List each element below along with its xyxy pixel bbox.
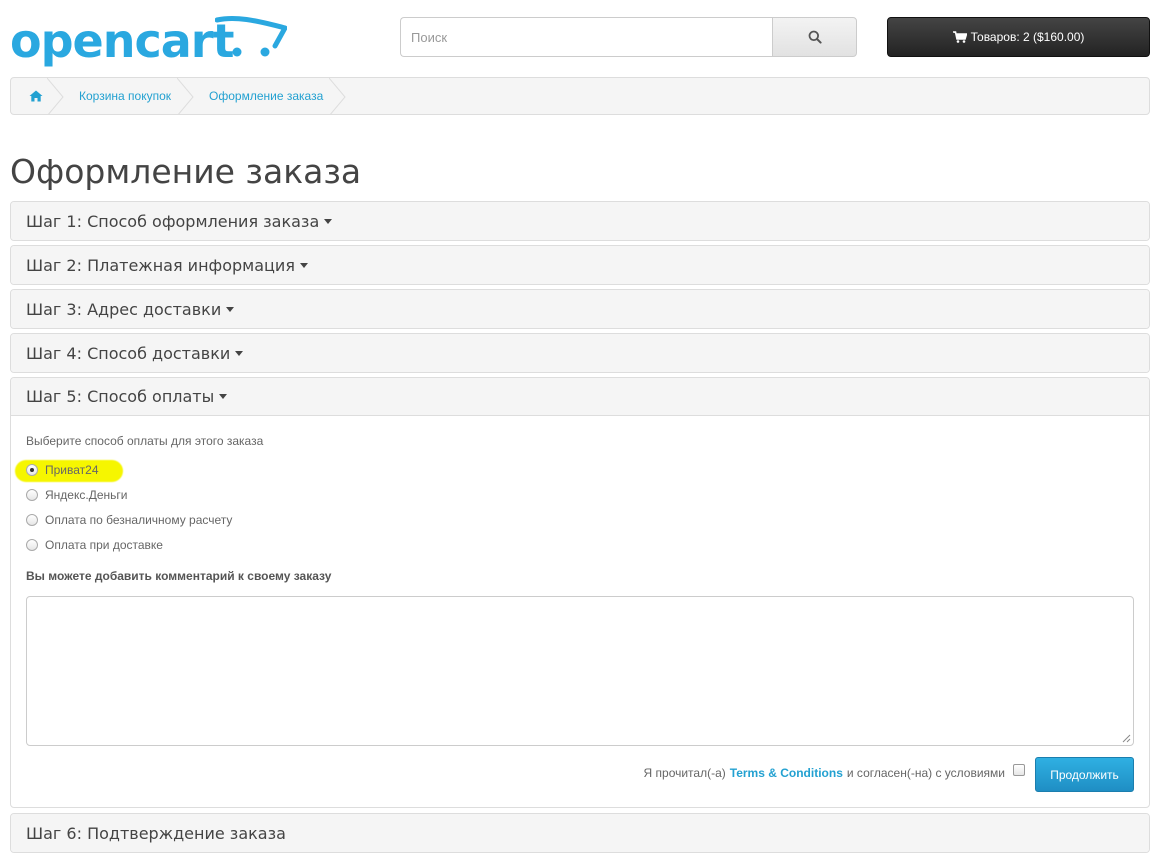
page-title: Оформление заказа <box>10 152 362 191</box>
payment-option-yandex[interactable]: Яндекс.Деньги <box>26 488 127 502</box>
shopping-cart-icon <box>952 31 967 43</box>
step-5-heading[interactable]: Шаг 5: Способ оплаты <box>11 378 1149 416</box>
radio-yandex[interactable] <box>26 489 38 501</box>
breadcrumb-link-cart[interactable]: Корзина покупок <box>79 89 171 103</box>
logo-cart-icon <box>215 15 287 57</box>
search-icon <box>808 30 822 44</box>
radio-bank-transfer[interactable] <box>26 514 38 526</box>
breadcrumb-item-checkout[interactable]: Оформление заказа <box>195 78 347 114</box>
breadcrumb-separator-icon <box>329 78 346 114</box>
step-1-panel: Шаг 1: Способ оформления заказа <box>10 201 1150 241</box>
logo-text: opencart <box>10 14 234 68</box>
step-5-panel: Шаг 5: Способ оплаты Выберите способ опл… <box>10 377 1150 808</box>
caret-down-icon <box>299 262 308 268</box>
radio-cod[interactable] <box>26 539 38 551</box>
payment-option-label: Оплата при доставке <box>45 538 163 552</box>
step-4-label: Шаг 4: Способ доставки <box>26 343 231 363</box>
search-bar <box>400 17 857 57</box>
step-6-panel: Шаг 6: Подтверждение заказа <box>10 813 1150 853</box>
step-3-panel: Шаг 3: Адрес доставки <box>10 289 1150 329</box>
step-3-label: Шаг 3: Адрес доставки <box>26 299 222 319</box>
caret-down-icon <box>324 218 333 224</box>
terms-agreement: Я прочитал(-а) Terms & Conditions и согл… <box>643 764 1025 780</box>
cart-label: Товаров: 2 ($160.00) <box>970 30 1085 44</box>
step-6-label: Шаг 6: Подтверждение заказа <box>26 823 286 843</box>
breadcrumb-separator-icon <box>47 78 64 114</box>
breadcrumb-separator-icon <box>177 78 194 114</box>
caret-down-icon <box>235 350 244 356</box>
step-3-heading[interactable]: Шаг 3: Адрес доставки <box>11 290 1149 328</box>
breadcrumb-home[interactable] <box>11 78 65 114</box>
payment-description: Выберите способ оплаты для этого заказа <box>26 434 264 448</box>
search-button[interactable] <box>772 17 857 57</box>
breadcrumb-item-cart[interactable]: Корзина покупок <box>65 78 195 114</box>
step-4-heading[interactable]: Шаг 4: Способ доставки <box>11 334 1149 372</box>
agree-prefix: Я прочитал(-а) <box>643 766 726 780</box>
search-input[interactable] <box>400 17 772 57</box>
cart-button[interactable]: Товаров: 2 ($160.00) <box>887 17 1150 57</box>
caret-down-icon <box>219 394 228 399</box>
step-1-heading[interactable]: Шаг 1: Способ оформления заказа <box>11 202 1149 240</box>
step-6-heading[interactable]: Шаг 6: Подтверждение заказа <box>11 814 1149 852</box>
step-2-panel: Шаг 2: Платежная информация <box>10 245 1150 285</box>
payment-option-privat24[interactable]: Приват24 <box>26 463 99 477</box>
payment-option-label: Яндекс.Деньги <box>45 488 128 502</box>
step-1-label: Шаг 1: Способ оформления заказа <box>26 211 320 231</box>
agree-checkbox[interactable] <box>1013 764 1025 776</box>
terms-link[interactable]: Terms & Conditions <box>730 766 843 780</box>
payment-option-label: Приват24 <box>45 463 99 477</box>
step-4-panel: Шаг 4: Способ доставки <box>10 333 1150 373</box>
radio-privat24[interactable] <box>26 464 38 476</box>
opencart-logo[interactable]: opencart <box>10 14 287 70</box>
comment-label: Вы можете добавить комментарий к своему … <box>26 569 332 583</box>
breadcrumb-link-checkout[interactable]: Оформление заказа <box>209 89 323 103</box>
resize-grip-icon[interactable] <box>1122 734 1131 743</box>
payment-option-bank-transfer[interactable]: Оплата по безналичному расчету <box>26 513 232 527</box>
agree-suffix: и согласен(-на) с условиями <box>846 766 1005 780</box>
step-5-label: Шаг 5: Способ оплаты <box>26 387 215 406</box>
breadcrumb: Корзина покупок Оформление заказа <box>10 77 1150 115</box>
step-2-label: Шаг 2: Платежная информация <box>26 255 295 275</box>
comment-textarea[interactable] <box>26 596 1134 746</box>
caret-down-icon <box>226 306 235 312</box>
home-icon <box>29 90 43 102</box>
payment-option-label: Оплата по безналичному расчету <box>45 513 233 527</box>
continue-button[interactable]: Продолжить <box>1035 757 1134 792</box>
step-2-heading[interactable]: Шаг 2: Платежная информация <box>11 246 1149 284</box>
payment-option-cod[interactable]: Оплата при доставке <box>26 538 163 552</box>
